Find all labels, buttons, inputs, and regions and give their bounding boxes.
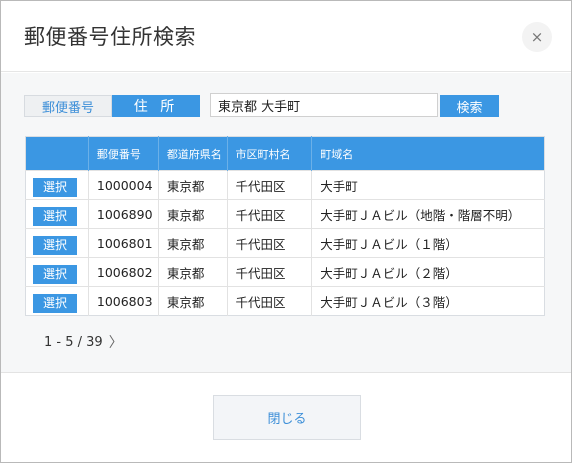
table-header-row: 郵便番号 都道府県名 市区町村名 町域名 <box>25 136 545 171</box>
town-cell: 大手町ＪＡビル（２階） <box>311 257 545 287</box>
header-city: 市区町村名 <box>227 136 313 171</box>
city-cell: 千代田区 <box>227 286 313 316</box>
postal-search-dialog: 郵便番号住所検索 × 郵便番号 住 所 検索 郵便番号 都道府県名 <box>0 0 572 463</box>
city-cell: 千代田区 <box>227 199 313 229</box>
prefecture-cell: 東京都 <box>158 228 228 258</box>
table-row: 選択 1006801 東京都 千代田区 大手町ＪＡビル（１階） <box>25 228 545 258</box>
results-table: 郵便番号 都道府県名 市区町村名 町域名 選択 1000004 東京都 千代田区… <box>25 136 545 316</box>
header-town: 町域名 <box>311 136 545 171</box>
city-cell: 千代田区 <box>227 257 313 287</box>
select-button[interactable]: 選択 <box>33 177 77 197</box>
search-input[interactable] <box>210 93 438 117</box>
town-cell: 大手町 <box>311 170 545 200</box>
city-cell: 千代田区 <box>227 228 313 258</box>
postal-code-cell: 1006803 <box>88 286 159 316</box>
table-row: 選択 1006803 東京都 千代田区 大手町ＪＡビル（３階） <box>25 286 545 316</box>
table-row: 選択 1000004 東京都 千代田区 大手町 <box>25 170 545 200</box>
select-button[interactable]: 選択 <box>33 264 77 284</box>
header-postal-code: 郵便番号 <box>88 136 159 171</box>
search-bar: 郵便番号 住 所 検索 <box>24 93 544 119</box>
town-cell: 大手町ＪＡビル（地階・階層不明） <box>311 199 545 229</box>
pager-range: 1 - 5 / 39 <box>44 334 103 350</box>
postal-code-cell: 1006890 <box>88 199 159 229</box>
pager: 1 - 5 / 39 〉 <box>44 332 123 352</box>
prefecture-cell: 東京都 <box>158 286 228 316</box>
town-cell: 大手町ＪＡビル（３階） <box>311 286 545 316</box>
dialog-title: 郵便番号住所検索 <box>24 25 196 49</box>
tab-postal-code[interactable]: 郵便番号 <box>24 95 112 117</box>
select-button[interactable]: 選択 <box>33 235 77 255</box>
chevron-right-icon[interactable]: 〉 <box>109 332 123 352</box>
close-button[interactable]: 閉じる <box>213 395 361 440</box>
dialog-header: 郵便番号住所検索 × <box>1 1 571 72</box>
close-icon[interactable]: × <box>522 22 552 52</box>
postal-code-cell: 1006802 <box>88 257 159 287</box>
tab-address[interactable]: 住 所 <box>112 95 200 117</box>
header-prefecture: 都道府県名 <box>158 136 228 171</box>
prefecture-cell: 東京都 <box>158 257 228 287</box>
table-row: 選択 1006890 東京都 千代田区 大手町ＪＡビル（地階・階層不明） <box>25 199 545 229</box>
town-cell: 大手町ＪＡビル（１階） <box>311 228 545 258</box>
prefecture-cell: 東京都 <box>158 170 228 200</box>
header-select <box>25 136 89 171</box>
search-button[interactable]: 検索 <box>440 95 499 117</box>
dialog-body: 郵便番号 住 所 検索 郵便番号 都道府県名 市区町村名 町域名 <box>1 73 571 373</box>
select-button[interactable]: 選択 <box>33 206 77 226</box>
city-cell: 千代田区 <box>227 170 313 200</box>
postal-code-cell: 1000004 <box>88 170 159 200</box>
prefecture-cell: 東京都 <box>158 199 228 229</box>
select-button[interactable]: 選択 <box>33 293 77 313</box>
postal-code-cell: 1006801 <box>88 228 159 258</box>
table-row: 選択 1006802 東京都 千代田区 大手町ＪＡビル（２階） <box>25 257 545 287</box>
